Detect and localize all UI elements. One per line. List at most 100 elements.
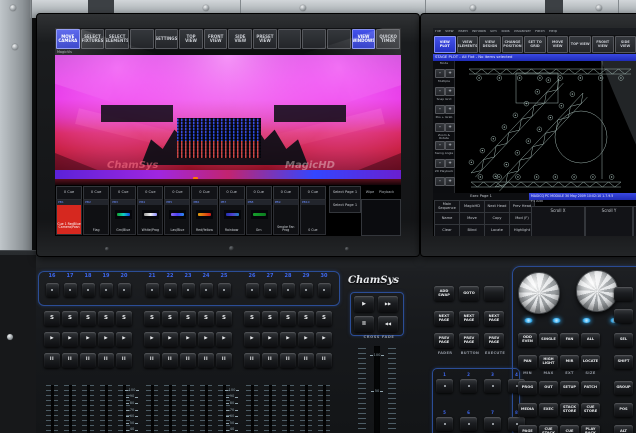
- plot-toolbar-button-0[interactable]: VIEW PLOT: [434, 36, 456, 53]
- playback-tile-3[interactable]: PB3Grn/Blue: [110, 199, 136, 235]
- plot-toolbar-button-6[interactable]: TOP VIEW: [569, 36, 591, 53]
- key-play-back[interactable]: PLAY BACK: [581, 425, 600, 433]
- key-odd-even[interactable]: ODD EVEN: [518, 333, 537, 347]
- page-button-prev-page-1[interactable]: PREV PAGE: [459, 333, 479, 348]
- key-mir[interactable]: MIR: [560, 355, 579, 369]
- plot-sidebar-minus-button[interactable]: -: [435, 177, 445, 186]
- playback-fader-23[interactable]: [182, 385, 194, 433]
- playback-fader-17[interactable]: [64, 385, 76, 433]
- menu-item-sim[interactable]: Sim: [490, 30, 497, 34]
- key-cue-stack[interactable]: CUE STACK: [539, 425, 558, 433]
- key-out[interactable]: OUT: [539, 381, 558, 395]
- plot-sidebar-minus-button[interactable]: -: [435, 105, 445, 114]
- plot-sidebar-minus-button[interactable]: -: [435, 69, 445, 78]
- key-alt[interactable]: ALT: [614, 425, 633, 433]
- key-blank-0[interactable]: [614, 287, 633, 301]
- playback-fader-22[interactable]: [164, 385, 176, 433]
- playback-s-button-16[interactable]: S: [44, 311, 60, 326]
- playback-header-4[interactable]: 0 Cue: [137, 186, 163, 200]
- key-setup[interactable]: SETUP: [560, 381, 579, 395]
- rewind-button[interactable]: ◀◀: [378, 316, 398, 332]
- playback-fader-27[interactable]: [264, 385, 276, 433]
- playback-pause-button-24[interactable]: II: [198, 353, 214, 368]
- playback-fader-16[interactable]: [46, 385, 58, 433]
- playback-s-button-19[interactable]: S: [98, 311, 114, 326]
- playback-fader-28[interactable]: [282, 385, 294, 433]
- playback-select-button-21[interactable]: [146, 283, 159, 297]
- playback-header-10[interactable]: 0 Cue: [300, 186, 326, 200]
- plot-sidebar-plus-button[interactable]: +: [445, 123, 455, 132]
- playback-fader-19[interactable]: [100, 385, 112, 433]
- playback-header-9[interactable]: 0 Cue: [273, 186, 299, 200]
- playback-s-button-25[interactable]: S: [216, 311, 232, 326]
- plot-sidebar-plus-button[interactable]: +: [445, 159, 455, 168]
- plot-sidebar-minus-button[interactable]: -: [435, 141, 445, 150]
- playback-select-button-18[interactable]: [82, 283, 95, 297]
- add-softkey[interactable]: F1 Add: [531, 200, 555, 205]
- plot-toolbar-button-5[interactable]: MOVE VIEW: [547, 36, 569, 53]
- key-patch[interactable]: PATCH: [581, 381, 600, 395]
- key-group[interactable]: GROUP: [614, 381, 633, 395]
- softkey-clear[interactable]: Clear: [434, 224, 460, 236]
- playback-select-button-19[interactable]: [100, 283, 113, 297]
- page-button-prev-page-2[interactable]: PREV PAGE: [484, 333, 504, 348]
- playback-tile-8[interactable]: PB8Grn: [246, 199, 272, 235]
- playback-go-button-22[interactable]: ▶: [162, 332, 178, 347]
- softkey-blind[interactable]: Blind: [459, 224, 485, 236]
- menu-item-view[interactable]: View: [445, 30, 454, 34]
- softkey-locate[interactable]: Locate: [484, 224, 510, 236]
- key-cue[interactable]: CUE: [560, 425, 579, 433]
- page-button-prev-page-0[interactable]: PREV PAGE: [434, 333, 454, 348]
- playback-pause-button-25[interactable]: II: [216, 353, 232, 368]
- playback-go-button-19[interactable]: ▶: [98, 332, 114, 347]
- menu-item-patch[interactable]: Patch: [535, 30, 545, 34]
- scroll-y-pad[interactable]: Scroll Y: [585, 206, 633, 236]
- key-sel[interactable]: SEL: [614, 333, 633, 347]
- playback-go-button-23[interactable]: ▶: [180, 332, 196, 347]
- playback-go-button-30[interactable]: ▶: [316, 332, 332, 347]
- plot-toolbar-button-8[interactable]: SIDE VIEW: [615, 36, 636, 53]
- playback-pause-button-19[interactable]: II: [98, 353, 114, 368]
- plot-sidebar-plus-button[interactable]: +: [445, 177, 455, 186]
- playback-tile-10[interactable]: PB100 Cue: [300, 199, 326, 235]
- playback-pause-button-22[interactable]: II: [162, 353, 178, 368]
- playback-select-button-27[interactable]: [264, 283, 277, 297]
- visualiser-toolbar-button-6[interactable]: FRONT VIEW: [204, 29, 228, 49]
- playback-tile-6[interactable]: PB6Red/Yellow: [191, 199, 217, 235]
- key-single[interactable]: SINGLE: [539, 333, 558, 347]
- playback-go-button-26[interactable]: ▶: [244, 332, 260, 347]
- playback-go-button-20[interactable]: ▶: [116, 332, 132, 347]
- playback-s-button-30[interactable]: S: [316, 311, 332, 326]
- menu-item-insert[interactable]: Insert: [458, 30, 468, 34]
- playback-header-7[interactable]: 0 Cue: [219, 186, 245, 200]
- playback-fader-29[interactable]: [300, 385, 312, 433]
- plot-toolbar-button-7[interactable]: FRONT VIEW: [592, 36, 614, 53]
- visualiser-toolbar-button-8[interactable]: PRESET VIEW: [253, 29, 277, 49]
- execute-button-6[interactable]: [460, 417, 477, 431]
- key-stack-store[interactable]: STACK STORE: [560, 403, 579, 417]
- playback-s-button-20[interactable]: S: [116, 311, 132, 326]
- playback-pause-button-29[interactable]: II: [298, 353, 314, 368]
- key-page[interactable]: PAGE: [518, 425, 537, 433]
- playback-tile-4[interactable]: PB4White/Prog: [137, 199, 163, 235]
- page-button-next-page-1[interactable]: NEXT PAGE: [459, 311, 479, 326]
- playback-s-button-17[interactable]: S: [62, 311, 78, 326]
- go-button[interactable]: ▶: [354, 296, 374, 312]
- key-blank-1[interactable]: [614, 309, 633, 323]
- plot-sidebar-plus-button[interactable]: +: [445, 141, 455, 150]
- page-button-next-page-2[interactable]: NEXT PAGE: [484, 311, 504, 326]
- playback-s-button-21[interactable]: S: [144, 311, 160, 326]
- visualiser-toolbar-button-7[interactable]: SIDE VIEW: [228, 29, 252, 49]
- key-shift[interactable]: SHIFT: [614, 355, 633, 369]
- playback-select-button-25[interactable]: [218, 283, 231, 297]
- playback-go-button-18[interactable]: ▶: [80, 332, 96, 347]
- playback-header-1[interactable]: 0 Cue: [56, 186, 82, 200]
- select-page-cell[interactable]: Select Page 1: [329, 186, 361, 200]
- playback-go-button-16[interactable]: ▶: [44, 332, 60, 347]
- key-prog[interactable]: PROG: [518, 381, 537, 395]
- playback-select-button-22[interactable]: [164, 283, 177, 297]
- plot-sidebar-minus-button[interactable]: -: [435, 123, 445, 132]
- pause-button[interactable]: II: [354, 316, 374, 332]
- key-all[interactable]: ALL: [581, 333, 600, 347]
- playback-header-5[interactable]: 0 Cue: [164, 186, 190, 200]
